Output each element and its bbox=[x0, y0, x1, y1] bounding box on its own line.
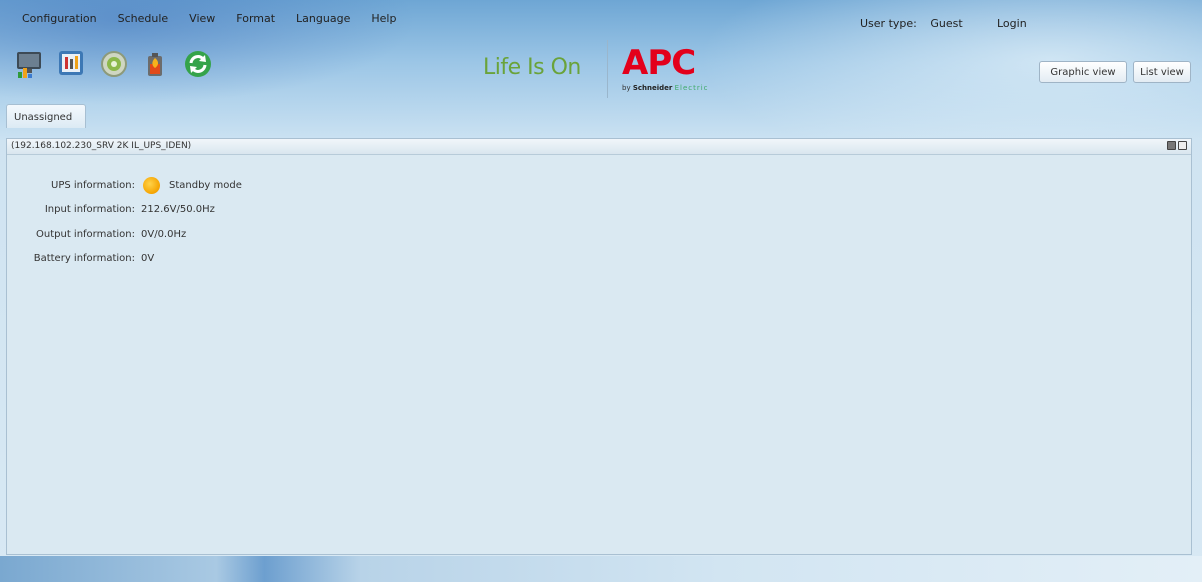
brand-divider bbox=[607, 40, 608, 98]
brand-electric: Electric bbox=[674, 84, 709, 92]
toolbar bbox=[13, 47, 215, 81]
output-info-label: Output information: bbox=[36, 229, 135, 240]
input-info-label: Input information: bbox=[44, 204, 135, 215]
brand-by: by bbox=[622, 84, 631, 92]
user-type-label: User type: bbox=[860, 17, 917, 30]
login-link[interactable]: Login bbox=[997, 17, 1027, 30]
battery-info-row: Battery information: 0V bbox=[15, 253, 415, 267]
settings-tools-icon[interactable] bbox=[55, 47, 89, 81]
refresh-icon[interactable] bbox=[181, 47, 215, 81]
user-type: User type: Guest bbox=[860, 17, 973, 30]
brand-schneider: Schneider bbox=[632, 84, 673, 92]
menu-bar: Configuration Schedule View Format Langu… bbox=[22, 12, 417, 25]
bottom-bar bbox=[0, 556, 1202, 582]
power-button-icon[interactable] bbox=[97, 47, 131, 81]
menu-configuration[interactable]: Configuration bbox=[22, 12, 97, 25]
output-info-row: Output information: 0V/0.0Hz bbox=[15, 229, 415, 243]
life-is-on-tagline: Life Is On bbox=[483, 55, 581, 80]
graphic-view-button[interactable]: Graphic view bbox=[1039, 61, 1127, 83]
input-info-row: Input information: 212.6V/50.0Hz bbox=[15, 204, 415, 218]
user-type-value: Guest bbox=[930, 17, 963, 30]
tab-unassigned[interactable]: Unassigned bbox=[6, 104, 86, 128]
schneider-electric-caption: by Schneider Electric bbox=[622, 84, 709, 92]
menu-help[interactable]: Help bbox=[371, 12, 396, 25]
battery-info-value: 0V bbox=[141, 253, 155, 264]
standby-status-icon bbox=[143, 177, 160, 194]
device-panel: (192.168.102.230_SRV 2K IL_UPS_IDEN) UPS… bbox=[6, 138, 1192, 555]
ups-info-label: UPS information: bbox=[51, 180, 135, 191]
apc-logo: APC bbox=[622, 43, 737, 85]
menu-schedule[interactable]: Schedule bbox=[118, 12, 169, 25]
battery-info-label: Battery information: bbox=[33, 253, 135, 264]
menu-format[interactable]: Format bbox=[236, 12, 275, 25]
panel-title: (192.168.102.230_SRV 2K IL_UPS_IDEN) bbox=[11, 141, 192, 151]
output-info-value: 0V/0.0Hz bbox=[141, 229, 187, 240]
restore-icon[interactable] bbox=[1178, 141, 1187, 150]
list-view-button[interactable]: List view bbox=[1133, 61, 1191, 83]
monitor-chart-icon[interactable] bbox=[13, 47, 47, 81]
ups-info-row: UPS information: Standby mode bbox=[15, 177, 415, 194]
panel-header: (192.168.102.230_SRV 2K IL_UPS_IDEN) bbox=[7, 139, 1191, 155]
input-info-value: 212.6V/50.0Hz bbox=[141, 204, 215, 215]
battery-fire-icon[interactable] bbox=[139, 47, 173, 81]
ups-info-value: Standby mode bbox=[169, 180, 242, 191]
minimize-icon[interactable] bbox=[1167, 141, 1176, 150]
apc-logo-text: APC bbox=[622, 44, 695, 82]
menu-view[interactable]: View bbox=[189, 12, 215, 25]
panel-controls bbox=[1167, 141, 1187, 150]
menu-language[interactable]: Language bbox=[296, 12, 350, 25]
